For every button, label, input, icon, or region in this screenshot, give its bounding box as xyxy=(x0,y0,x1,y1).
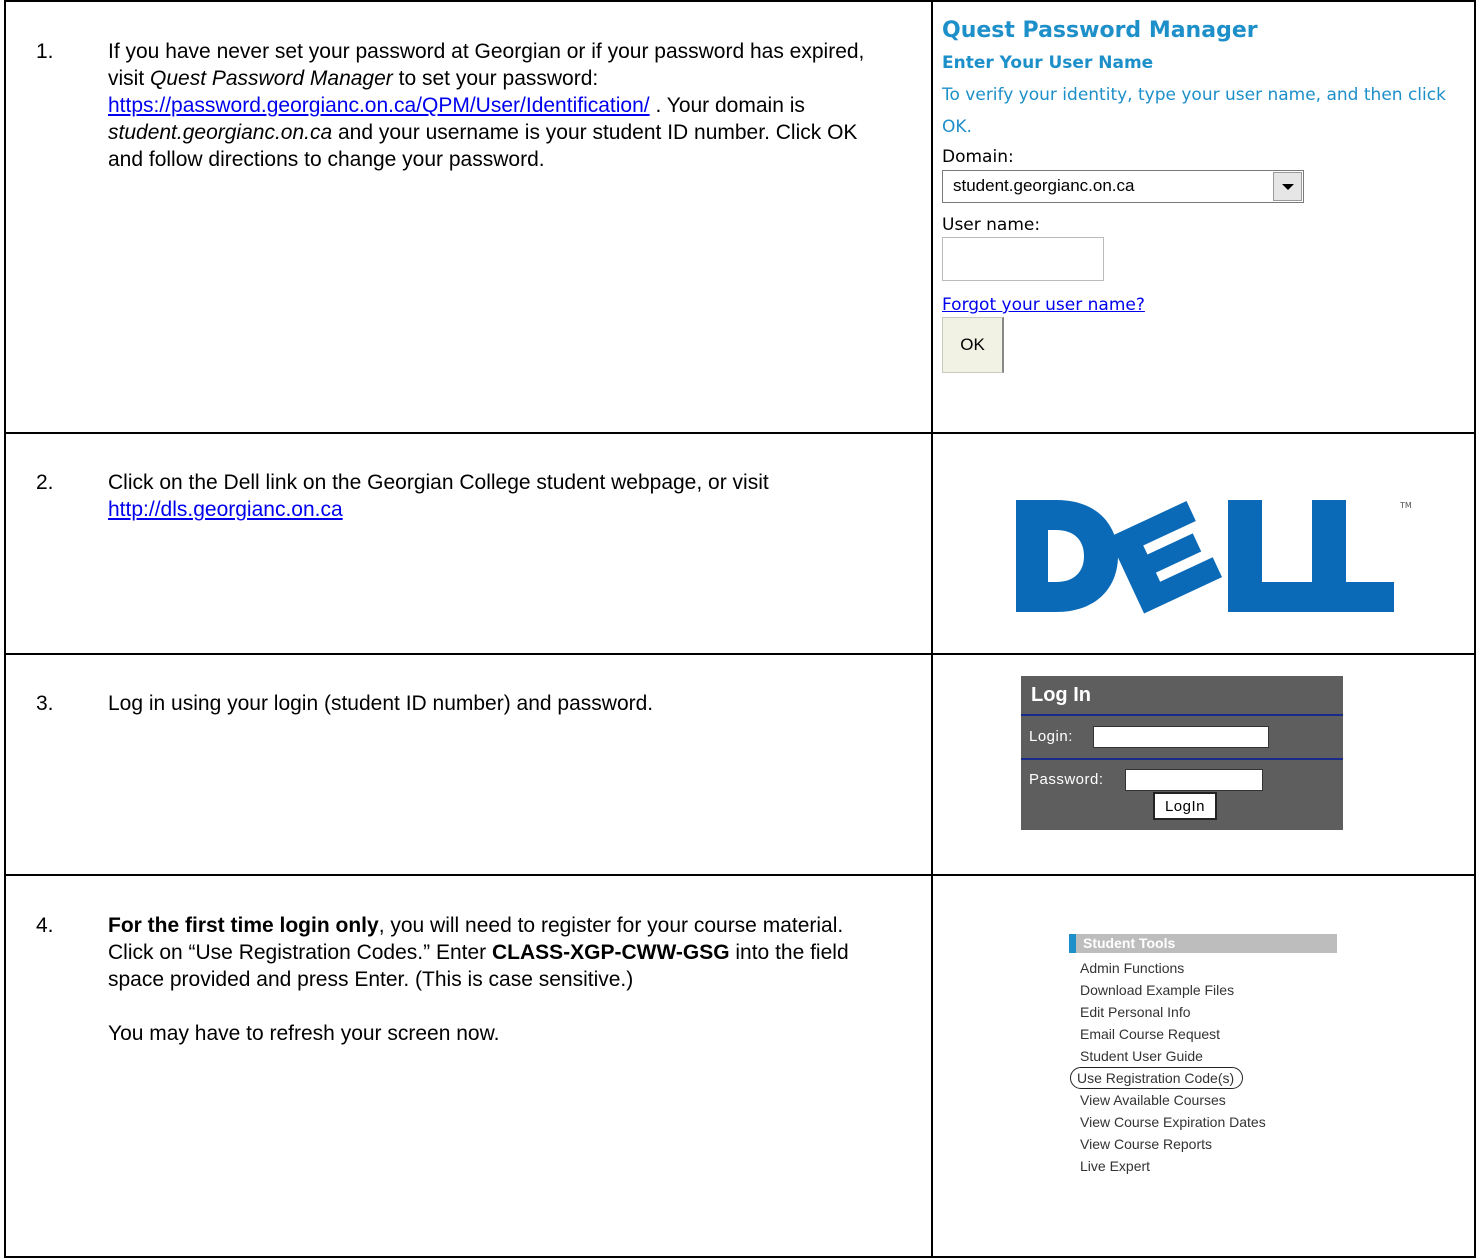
panel-subtitle: Enter Your User Name xyxy=(942,53,1154,73)
username-input[interactable] xyxy=(942,237,1104,281)
dell-link[interactable]: http://dls.georgianc.on.ca xyxy=(108,498,343,521)
forgot-username-link[interactable]: Forgot your user name? xyxy=(942,295,1145,315)
step-number: 4. xyxy=(36,914,54,937)
student-tools-menu: Student Tools Admin Functions Download E… xyxy=(1069,934,1349,1177)
domain-label: Domain: xyxy=(942,147,1014,167)
step-text: Log in using your login (student ID numb… xyxy=(108,692,654,715)
step-text: Click on the Dell link on the Georgian C… xyxy=(108,471,769,494)
qpm-link[interactable]: https://password.georgianc.on.ca/QPM/Use… xyxy=(108,94,650,117)
tools-item-view-course-reports[interactable]: View Course Reports xyxy=(1080,1133,1349,1155)
ok-button[interactable]: OK xyxy=(942,317,1004,373)
login-label: Login: xyxy=(1029,728,1073,745)
step-emphasis: Quest Password Manager xyxy=(150,67,393,90)
tools-item-student-user-guide[interactable]: Student User Guide xyxy=(1080,1045,1349,1067)
panel-title: Quest Password Manager xyxy=(942,18,1258,43)
step-note: You may have to refresh your screen now. xyxy=(108,1022,500,1045)
step-text: to set your password: xyxy=(392,67,599,90)
tools-item-view-course-expiration-dates[interactable]: View Course Expiration Dates xyxy=(1080,1111,1349,1133)
column-divider xyxy=(931,876,933,1256)
column-divider xyxy=(931,655,933,874)
step-number: 2. xyxy=(36,471,54,494)
tools-item-view-available-courses[interactable]: View Available Courses xyxy=(1080,1089,1349,1111)
svg-text:TM: TM xyxy=(1399,501,1412,510)
login-button[interactable]: LogIn xyxy=(1153,792,1217,820)
domain-select-value: student.georgianc.on.ca xyxy=(953,176,1135,195)
step-2: 2. Click on the Dell link on the Georgia… xyxy=(36,469,888,523)
login-panel: Log In Login: Password: LogIn xyxy=(1021,676,1343,830)
column-divider xyxy=(931,434,933,653)
tools-item-admin-functions[interactable]: Admin Functions xyxy=(1080,957,1349,979)
separator xyxy=(1021,758,1343,760)
step-number: 3. xyxy=(36,692,54,715)
tools-item-edit-personal-info[interactable]: Edit Personal Info xyxy=(1080,1001,1349,1023)
student-tools-list: Admin Functions Download Example Files E… xyxy=(1070,957,1349,1177)
username-label: User name: xyxy=(942,215,1041,235)
domain-select[interactable]: student.georgianc.on.ca xyxy=(942,170,1304,203)
login-input[interactable] xyxy=(1093,726,1269,748)
student-tools-header: Student Tools xyxy=(1069,934,1337,953)
chevron-down-icon[interactable] xyxy=(1273,172,1302,201)
step-emphasis: student.georgianc.on.ca xyxy=(108,121,333,144)
tools-item-use-registration-codes[interactable]: Use Registration Code(s) xyxy=(1070,1067,1244,1089)
step-number: 1. xyxy=(36,40,54,63)
step-bold: For the first time login only xyxy=(108,914,379,937)
student-tools-title: Student Tools xyxy=(1083,935,1176,951)
tools-item-email-course-request[interactable]: Email Course Request xyxy=(1080,1023,1349,1045)
login-panel-title: Log In xyxy=(1031,684,1091,706)
tools-item-live-expert[interactable]: Live Expert xyxy=(1080,1155,1349,1177)
header-accent xyxy=(1069,934,1076,953)
password-input[interactable] xyxy=(1125,769,1263,791)
separator xyxy=(1021,714,1343,716)
password-label: Password: xyxy=(1029,771,1104,788)
dell-logo: TM xyxy=(1016,500,1412,614)
quest-password-manager-panel: Quest Password Manager Enter Your User N… xyxy=(942,18,1462,373)
tools-item-download-example-files[interactable]: Download Example Files xyxy=(1080,979,1349,1001)
step-1: 1. If you have never set your password a… xyxy=(36,38,888,173)
step-4: 4. For the first time login only, you wi… xyxy=(36,912,888,1047)
step-3: 3. Log in using your login (student ID n… xyxy=(36,690,888,717)
column-divider xyxy=(931,2,933,432)
step-text: . Your domain is xyxy=(649,94,805,117)
registration-code: CLASS-XGP-CWW-GSG xyxy=(491,941,730,964)
panel-instruction: To verify your identity, type your user … xyxy=(942,85,1446,137)
